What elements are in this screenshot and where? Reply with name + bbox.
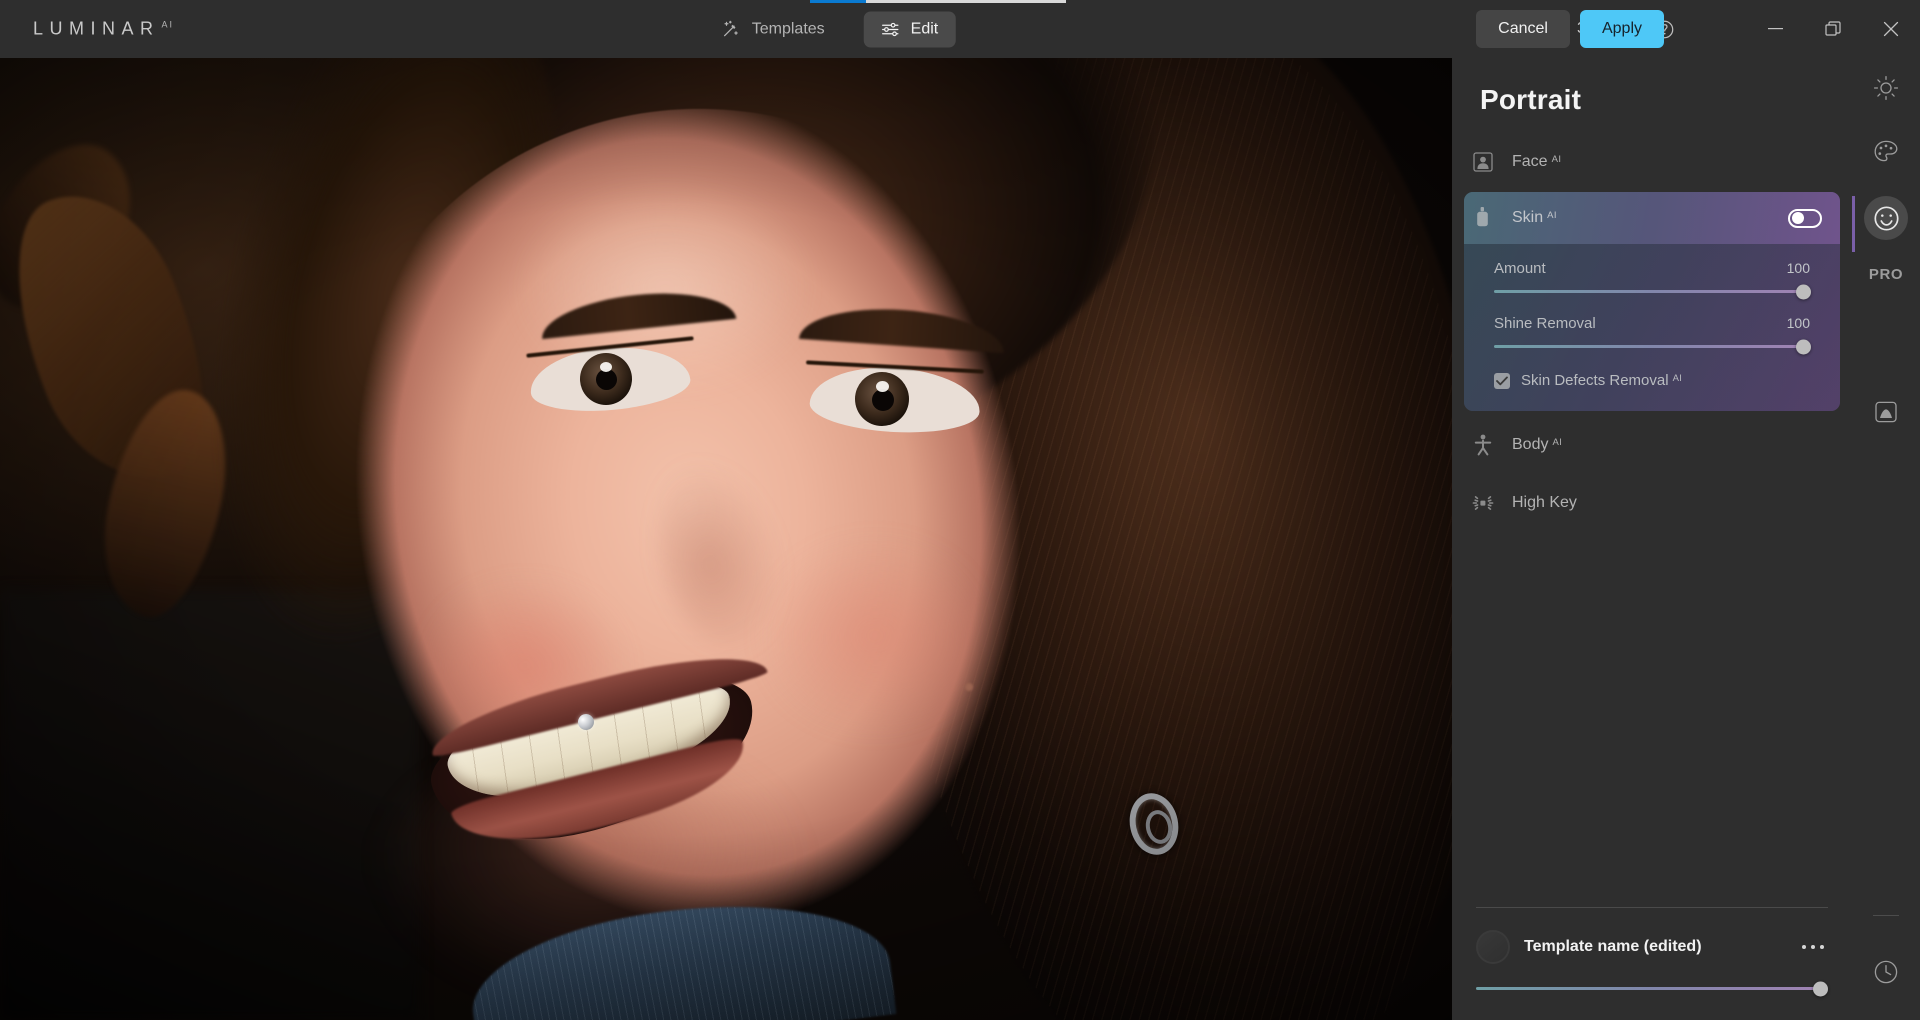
tool-list: Face AI Skin AI Amount 100 Shine Removal… bbox=[1452, 136, 1852, 529]
tool-row-face[interactable]: Face AI bbox=[1452, 136, 1852, 188]
skin-lotion-icon bbox=[1470, 206, 1496, 230]
apply-button[interactable]: Apply bbox=[1579, 10, 1664, 48]
tab-templates-label: Templates bbox=[751, 20, 825, 37]
tool-row-face-label: Face AI bbox=[1512, 153, 1562, 170]
top-toolbar: LUMINAR AI Templates Edit Cancel Apply bbox=[0, 0, 1920, 58]
cancel-button[interactable]: Cancel bbox=[1476, 10, 1570, 48]
close-icon[interactable] bbox=[1862, 0, 1920, 58]
checkbox-skin-defects-removal[interactable]: Skin Defects Removal AI bbox=[1494, 372, 1810, 389]
slider-shine-removal-header: Shine Removal 100 bbox=[1494, 315, 1810, 332]
active-category-indicator bbox=[1852, 196, 1855, 252]
app-logo: LUMINAR AI bbox=[33, 19, 174, 40]
tab-edit-label: Edit bbox=[910, 20, 939, 37]
high-key-icon bbox=[1470, 492, 1496, 514]
slider-shine-removal-handle[interactable] bbox=[1796, 339, 1811, 354]
tool-row-high-key[interactable]: High Key bbox=[1452, 477, 1852, 529]
processing-progress-bar bbox=[810, 0, 1066, 3]
tool-row-body-label: Body AI bbox=[1512, 436, 1563, 453]
tool-card-skin: Skin AI Amount 100 Shine Removal 100 Ski… bbox=[1464, 192, 1840, 411]
rail-item-canvas[interactable] bbox=[1852, 382, 1920, 446]
portrait-tools-panel: Portrait Face AI Skin AI Amount 100 Shin… bbox=[1452, 58, 1852, 1020]
mode-tabs: Templates Edit bbox=[705, 11, 956, 48]
portrait-frame-icon bbox=[1470, 151, 1496, 173]
slider-amount-label: Amount bbox=[1494, 260, 1546, 277]
template-bar: Template name (edited) bbox=[1476, 930, 1828, 964]
minimize-icon[interactable] bbox=[1746, 0, 1804, 58]
checkmark-icon bbox=[1494, 372, 1510, 389]
smiley-face-icon bbox=[1864, 196, 1908, 240]
slider-shine-removal[interactable] bbox=[1494, 339, 1811, 354]
divider bbox=[1476, 907, 1828, 908]
template-name: Template name (edited) bbox=[1524, 938, 1702, 955]
checkbox-skin-defects-removal-label: Skin Defects Removal AI bbox=[1521, 372, 1683, 389]
slider-amount-value: 100 bbox=[1786, 260, 1810, 276]
magic-wand-icon bbox=[722, 20, 741, 39]
rail-item-creative[interactable] bbox=[1852, 122, 1920, 186]
skin-controls: Amount 100 Shine Removal 100 Skin Defect… bbox=[1464, 244, 1840, 411]
more-options-icon[interactable] bbox=[1798, 937, 1828, 957]
sun-icon bbox=[1873, 75, 1899, 106]
rail-item-portrait[interactable] bbox=[1852, 186, 1920, 250]
slider-amount[interactable] bbox=[1494, 284, 1811, 299]
tool-row-skin-label: Skin AI bbox=[1512, 209, 1557, 226]
palette-icon bbox=[1873, 139, 1899, 170]
image-canvas[interactable] bbox=[0, 58, 1452, 1020]
tab-templates[interactable]: Templates bbox=[705, 11, 842, 48]
tool-row-body[interactable]: Body AI bbox=[1452, 419, 1852, 471]
sliders-icon bbox=[881, 21, 900, 37]
template-thumbnail[interactable] bbox=[1476, 930, 1510, 964]
canvas-mountain-icon bbox=[1873, 399, 1899, 430]
rail-item-pro[interactable]: PRO bbox=[1852, 250, 1920, 298]
page-title: Portrait bbox=[1480, 84, 1582, 115]
toggle-on-icon[interactable] bbox=[1788, 208, 1822, 228]
slider-shine-removal-value: 100 bbox=[1786, 315, 1810, 331]
editor-actions: Cancel Apply bbox=[1476, 10, 1664, 48]
template-strength-handle[interactable] bbox=[1813, 981, 1828, 996]
history-clock-icon bbox=[1873, 959, 1899, 990]
window-controls bbox=[1746, 0, 1920, 58]
app-logo-superscript: AI bbox=[161, 19, 175, 30]
tool-row-skin[interactable]: Skin AI bbox=[1464, 192, 1840, 244]
tab-edit[interactable]: Edit bbox=[863, 11, 956, 47]
category-rail: PRO bbox=[1852, 58, 1920, 1020]
app-logo-text: LUMINAR bbox=[33, 18, 160, 39]
portrait-photo bbox=[0, 58, 1452, 1020]
restore-icon[interactable] bbox=[1804, 0, 1862, 58]
slider-amount-handle[interactable] bbox=[1796, 284, 1811, 299]
rail-item-history[interactable] bbox=[1852, 942, 1920, 1006]
rail-bottom-group bbox=[1852, 915, 1920, 1006]
divider bbox=[1873, 915, 1899, 916]
body-person-icon bbox=[1470, 433, 1496, 457]
rail-item-essentials[interactable] bbox=[1852, 58, 1920, 122]
slider-shine-removal-label: Shine Removal bbox=[1494, 315, 1596, 332]
tool-row-high-key-label: High Key bbox=[1512, 494, 1577, 511]
luminar-ai-window: LUMINAR AI Templates Edit Cancel Apply P… bbox=[0, 0, 1920, 1020]
template-strength-slider[interactable] bbox=[1476, 981, 1828, 996]
slider-amount-header: Amount 100 bbox=[1494, 260, 1810, 277]
